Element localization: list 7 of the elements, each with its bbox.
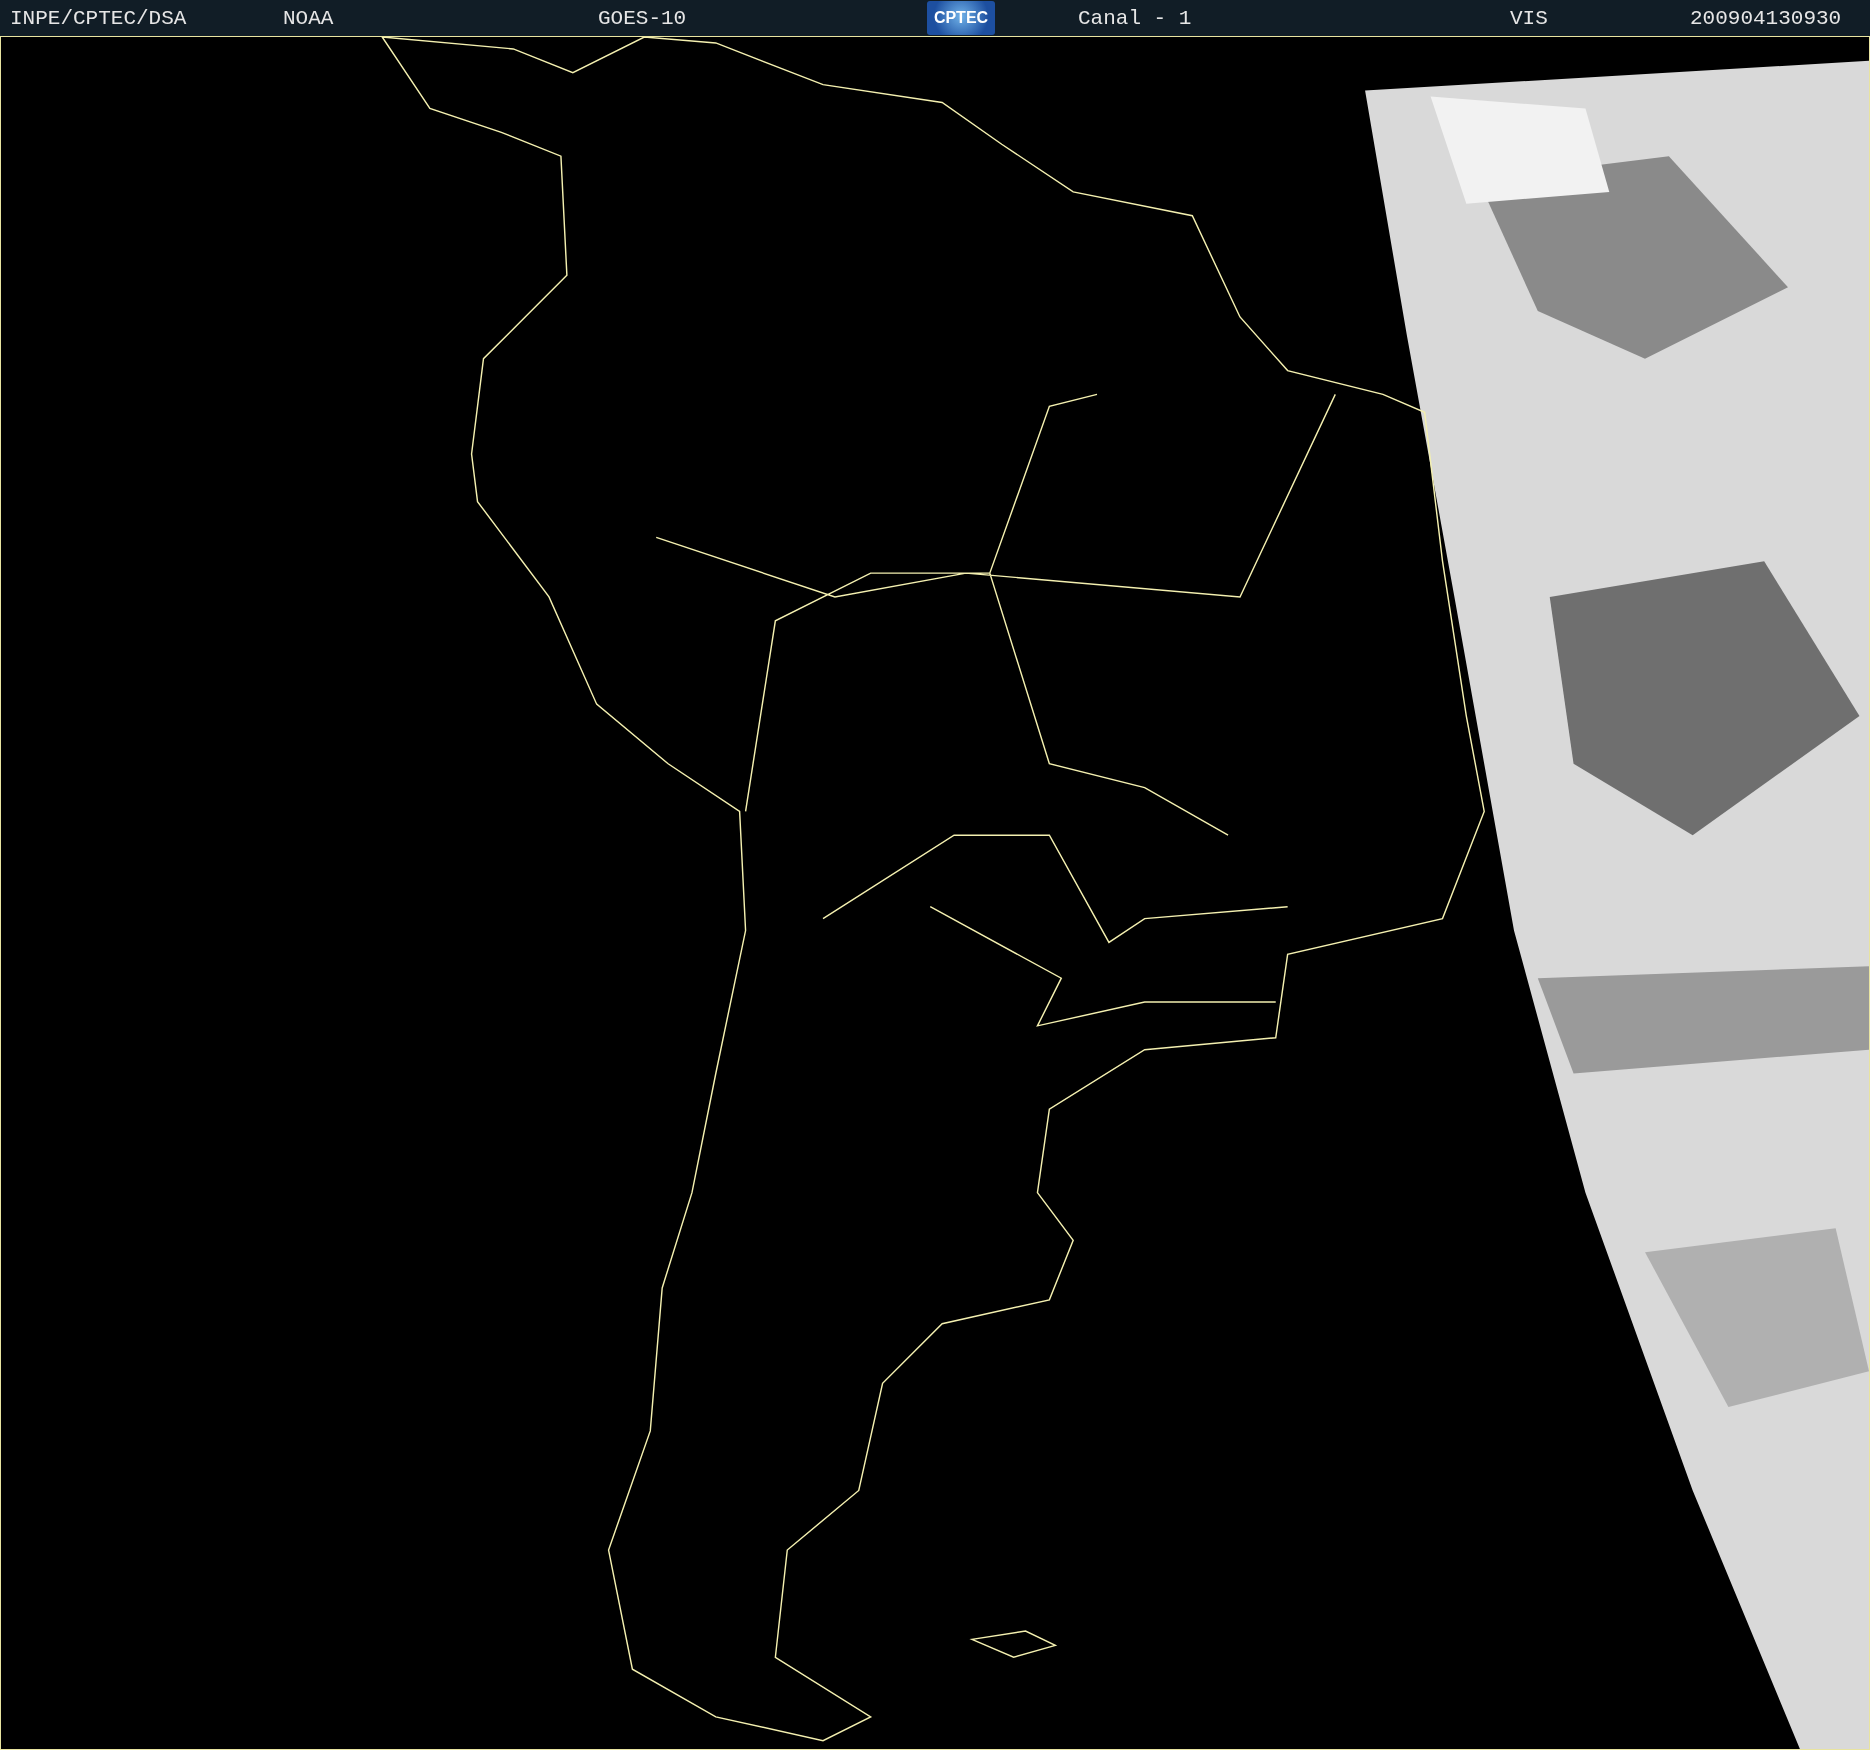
satellite-label: GOES-10	[598, 6, 688, 30]
band-label: VIS	[1510, 6, 1549, 30]
source-label: NOAA	[283, 6, 335, 30]
logo: CPTEC	[927, 1, 995, 35]
agency-label: INPE/CPTEC/DSA	[10, 6, 188, 30]
channel-label: Canal - 1	[1078, 6, 1193, 30]
timestamp-label: 200904130930	[1690, 6, 1843, 30]
